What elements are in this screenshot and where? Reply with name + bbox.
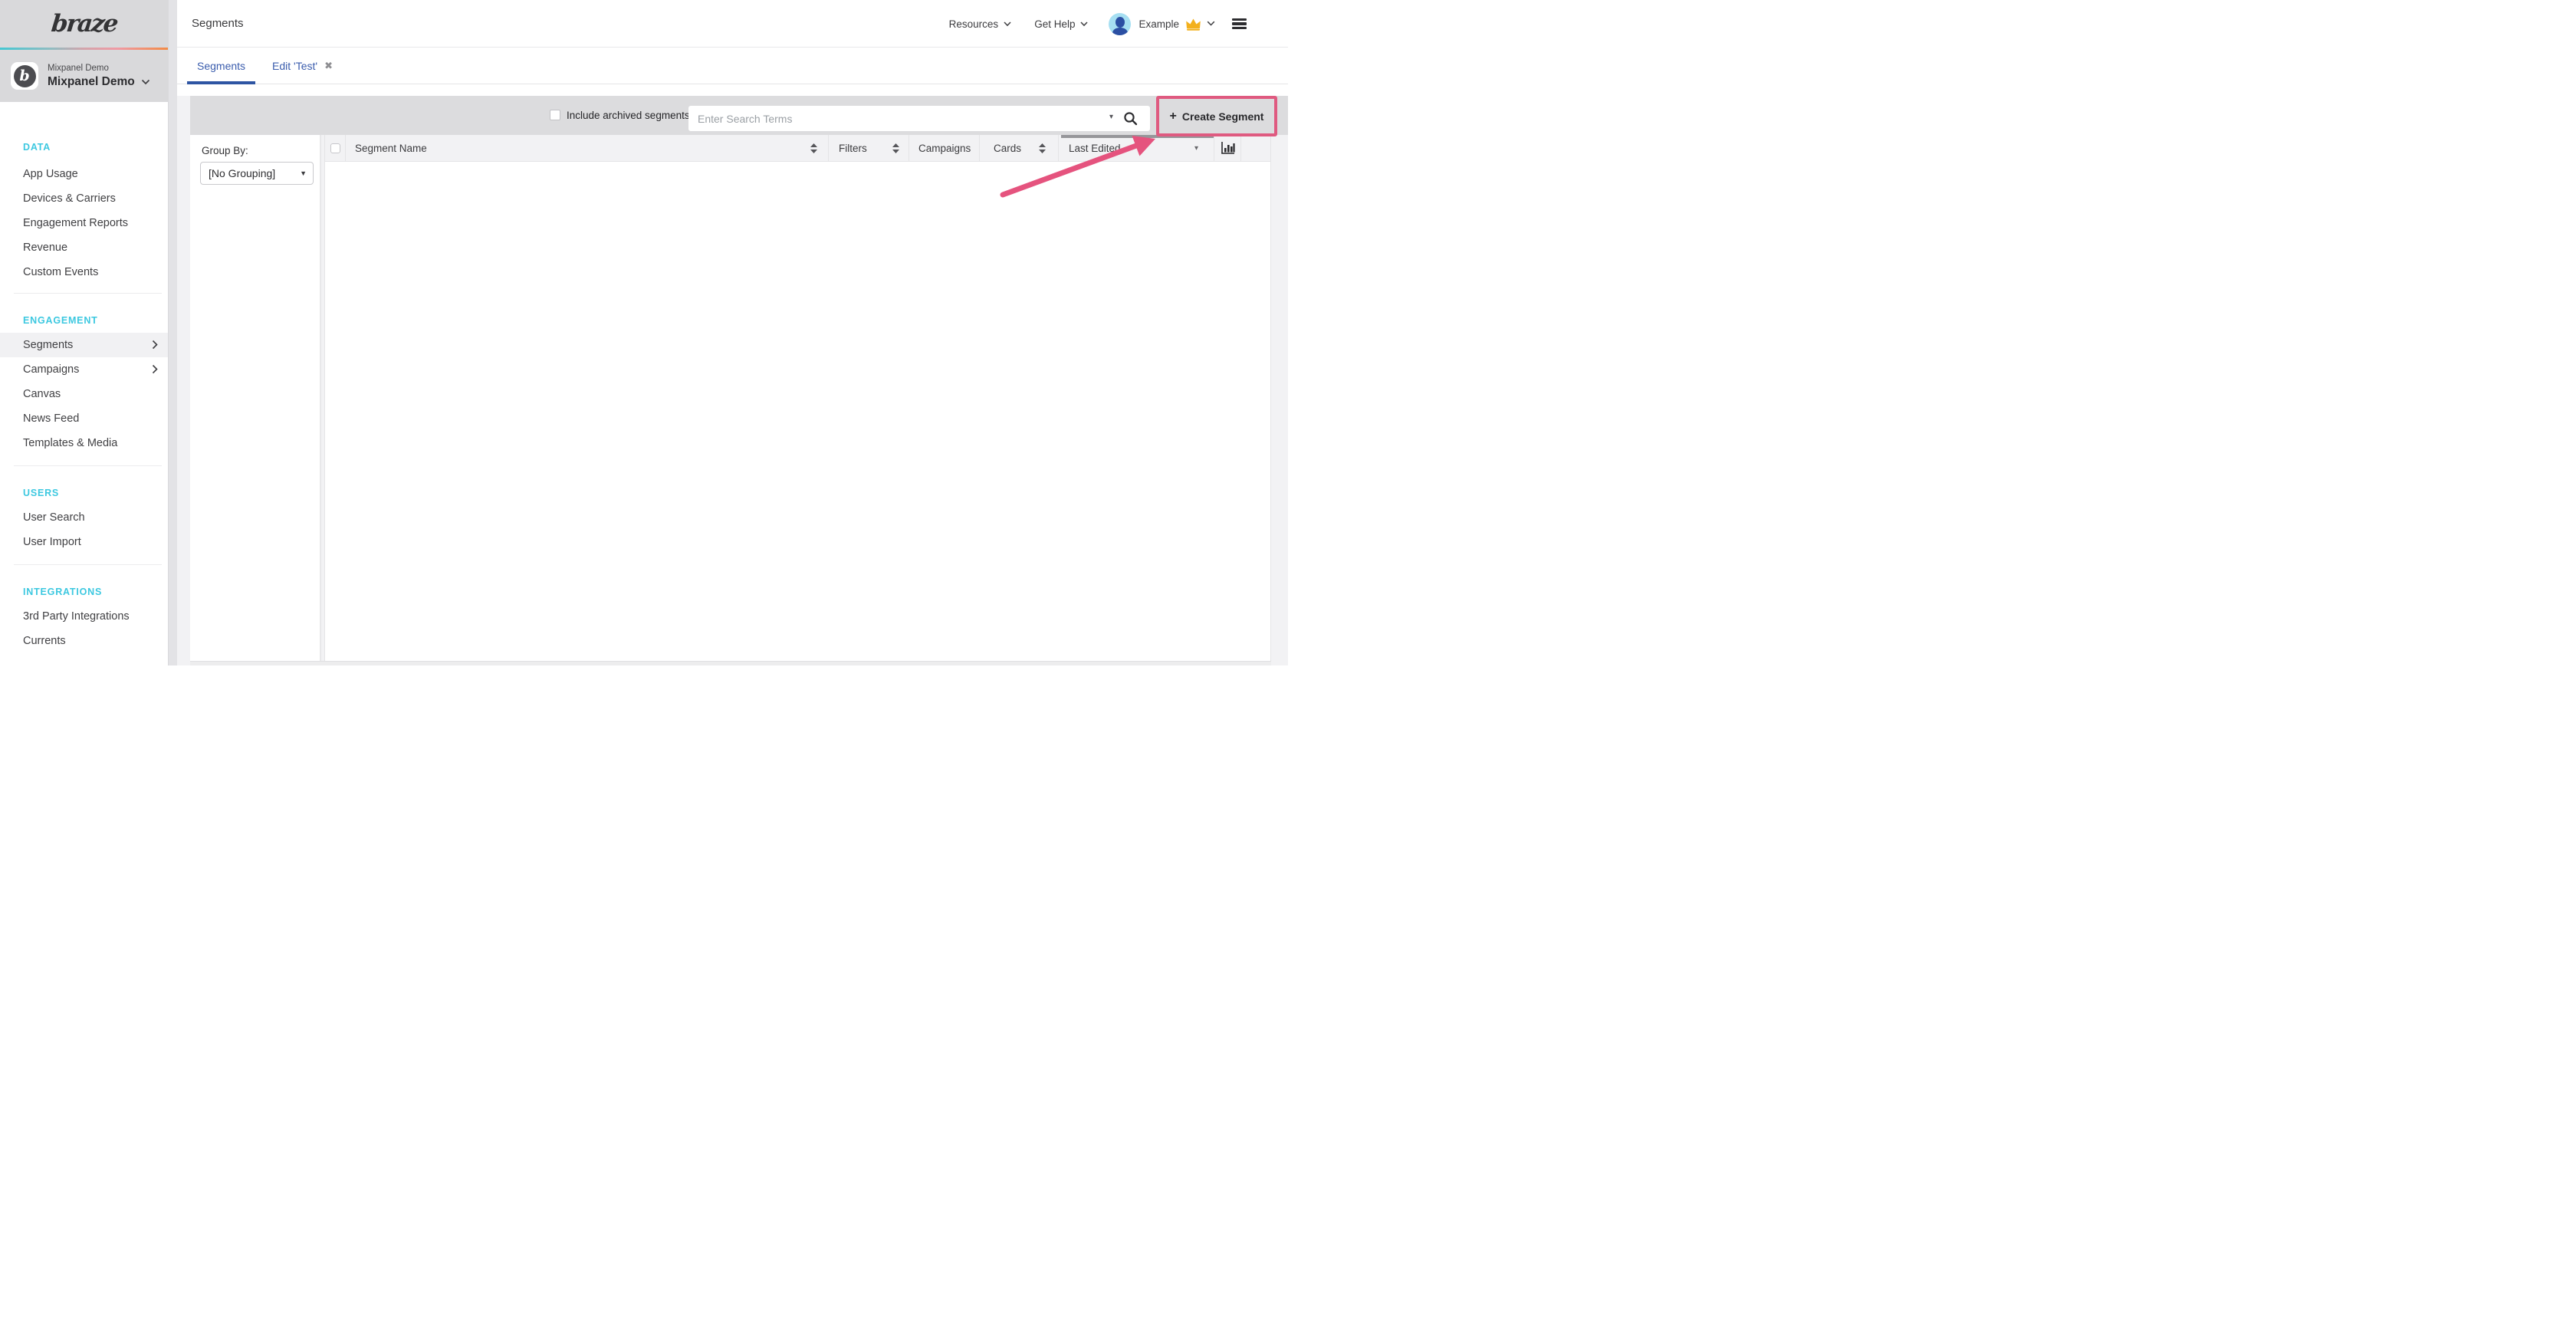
search-dropdown-caret-icon[interactable]: ▾: [1109, 113, 1113, 121]
divider: [14, 293, 162, 294]
tab-edit-test[interactable]: Edit 'Test' ✖: [262, 48, 343, 84]
sort-icon[interactable]: [1039, 143, 1046, 153]
include-archived-checkbox[interactable]: [550, 110, 560, 120]
column-segment-name[interactable]: Segment Name: [346, 135, 829, 161]
tab-segments[interactable]: Segments: [187, 48, 255, 84]
chevron-down-icon: [1004, 21, 1011, 27]
page-title: Segments: [192, 0, 244, 48]
include-archived-label: Include archived segments: [567, 96, 690, 135]
sidebar-item-templates-media[interactable]: Templates & Media: [0, 431, 168, 455]
section-title-integrations: INTEGRATIONS: [0, 585, 168, 599]
column-cards[interactable]: Cards: [980, 135, 1059, 161]
sidebar-item-3rd-party-integrations[interactable]: 3rd Party Integrations: [0, 604, 168, 629]
column-empty: [1241, 135, 1270, 161]
table-header-row: Segment Name Filters Campaigns Cards: [325, 135, 1270, 162]
sidebar-item-segments[interactable]: Segments: [0, 333, 168, 357]
section-title-data: DATA: [0, 140, 168, 154]
search-icon[interactable]: [1123, 111, 1138, 126]
sidebar-item-user-search[interactable]: User Search: [0, 505, 168, 530]
sidebar-scrollbar[interactable]: [168, 0, 177, 666]
search-box: ▾: [688, 106, 1150, 131]
select-all-cell: [325, 135, 346, 161]
get-help-menu[interactable]: Get Help: [1034, 18, 1088, 30]
chevron-right-icon: [152, 340, 158, 350]
workspace-switcher[interactable]: b Mixpanel Demo Mixpanel Demo: [0, 50, 168, 102]
workspace-name: Mixpanel Demo: [48, 75, 135, 89]
sidebar-item-custom-events[interactable]: Custom Events: [0, 260, 168, 284]
user-name: Example: [1138, 18, 1179, 30]
section-title-engagement: ENGAGEMENT: [0, 314, 168, 327]
workspace-app-icon: b: [11, 62, 38, 90]
sidebar-item-user-import[interactable]: User Import: [0, 530, 168, 554]
bar-chart-icon: [1221, 141, 1235, 155]
divider: [14, 465, 162, 466]
sidebar-item-campaigns[interactable]: Campaigns: [0, 357, 168, 382]
sort-icon[interactable]: [810, 143, 817, 153]
close-icon[interactable]: ✖: [324, 61, 333, 71]
braze-logo: braze: [50, 10, 118, 38]
sidebar-item-canvas[interactable]: Canvas: [0, 382, 168, 406]
workspace-company: Mixpanel Demo: [48, 64, 150, 73]
sidebar-item-devices-carriers[interactable]: Devices & Carriers: [0, 186, 168, 211]
create-segment-button[interactable]: + Create Segment: [1159, 99, 1274, 133]
column-analytics[interactable]: [1214, 135, 1241, 161]
active-tab-underline: [187, 81, 255, 84]
hamburger-menu-icon[interactable]: [1232, 18, 1247, 29]
chevron-down-icon[interactable]: [1207, 21, 1215, 27]
resources-menu[interactable]: Resources: [949, 18, 1012, 30]
sidebar-item-app-usage[interactable]: App Usage: [0, 162, 168, 186]
segments-toolbar: Include archived segments ▾: [190, 96, 1288, 135]
search-input[interactable]: [688, 106, 1150, 131]
sidebar-item-engagement-reports[interactable]: Engagement Reports: [0, 211, 168, 235]
sidebar-item-news-feed[interactable]: News Feed: [0, 406, 168, 431]
user-avatar[interactable]: [1109, 13, 1131, 35]
tab-bar: Segments Edit 'Test' ✖: [177, 48, 1288, 84]
sidebar: braze b Mixpanel Demo Mixpanel Demo DATA…: [0, 0, 168, 666]
group-by-label: Group By:: [202, 145, 248, 156]
divider: [14, 564, 162, 565]
group-by-select[interactable]: [No Grouping] ▼: [200, 162, 314, 185]
chevron-down-icon: [141, 79, 150, 85]
chevron-down-icon: [1080, 21, 1088, 27]
caret-down-icon[interactable]: ▾: [1194, 144, 1198, 153]
main-area: Segments Resources Get Help Example: [177, 0, 1288, 666]
section-title-users: USERS: [0, 486, 168, 500]
segments-table: Segment Name Filters Campaigns Cards: [324, 135, 1271, 661]
annotation-highlight-box: + Create Segment: [1156, 96, 1277, 136]
crown-icon: [1185, 18, 1201, 31]
column-filters[interactable]: Filters: [829, 135, 909, 161]
sidebar-nav: DATA App Usage Devices & Carriers Engage…: [0, 102, 168, 653]
brand-header: braze: [0, 0, 168, 48]
caret-down-icon: ▼: [300, 169, 307, 177]
sidebar-item-currents[interactable]: Currents: [0, 629, 168, 653]
plus-icon: +: [1170, 110, 1177, 123]
column-campaigns[interactable]: Campaigns: [909, 135, 980, 161]
select-all-checkbox[interactable]: [330, 143, 340, 153]
top-header: Segments Resources Get Help Example: [177, 0, 1288, 48]
sidebar-item-revenue[interactable]: Revenue: [0, 235, 168, 260]
column-last-edited[interactable]: Last Edited ▾: [1059, 135, 1214, 161]
sort-icon[interactable]: [892, 143, 899, 153]
chevron-right-icon: [152, 364, 158, 374]
group-by-panel: Group By: [No Grouping] ▼: [190, 135, 321, 661]
horizontal-scrollbar[interactable]: [190, 661, 1271, 666]
